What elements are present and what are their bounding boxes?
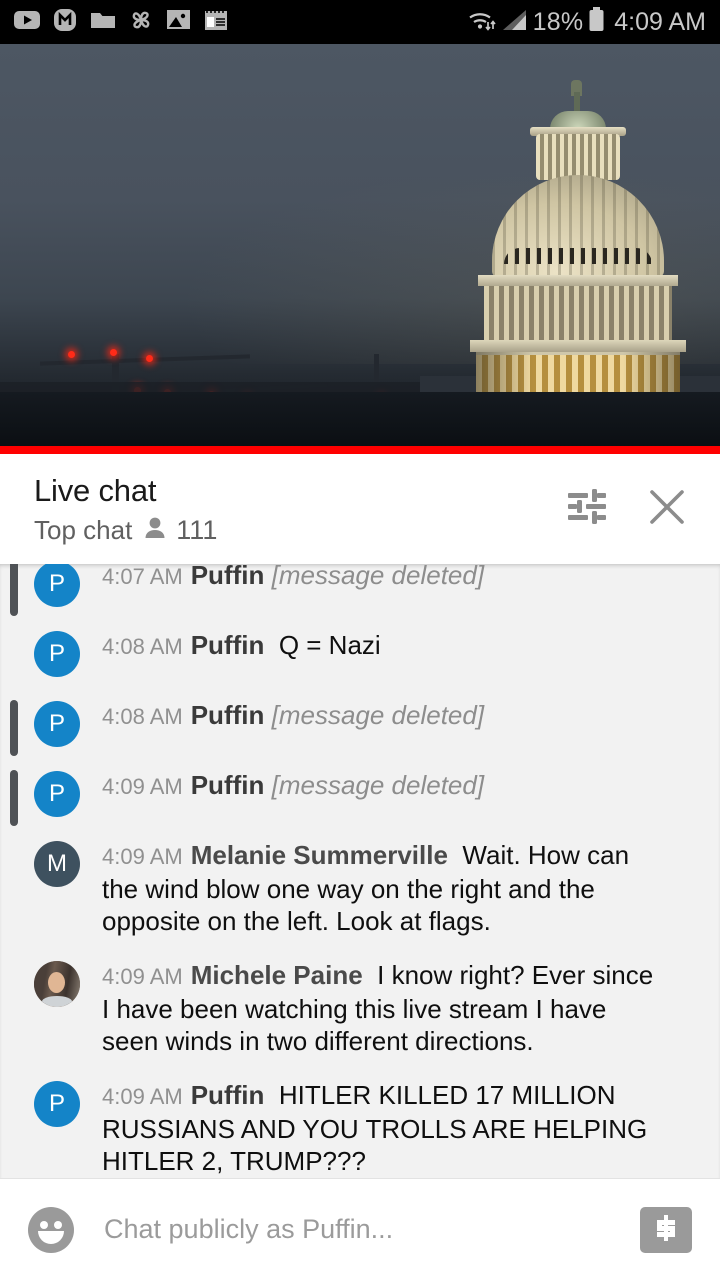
battery-percent-label: 18% bbox=[532, 7, 584, 36]
avatar-initial: M bbox=[47, 850, 67, 877]
battery-icon bbox=[588, 7, 605, 37]
message-author[interactable]: Puffin bbox=[191, 700, 265, 730]
chat-message-body: 4:08 AM Puffin [message deleted] bbox=[102, 699, 484, 733]
youtube-live-chat-screen: 18% 4:09 AM Live chat Top chat 111 P 4:0… bbox=[0, 0, 720, 1280]
message-text: I know right? Ever since I have been wat… bbox=[102, 960, 654, 1056]
avatar[interactable]: P bbox=[34, 631, 80, 677]
message-text: Q = Nazi bbox=[278, 630, 381, 660]
message-author[interactable]: Puffin bbox=[191, 1080, 265, 1110]
cell-signal-icon bbox=[502, 9, 528, 36]
chat-message-body: 4:09 AM Melanie Summerville Wait. How can… bbox=[102, 839, 662, 937]
message-timestamp: 4:08 AM bbox=[102, 634, 183, 659]
avatar-initial: P bbox=[48, 1090, 65, 1117]
crane-warning-light bbox=[68, 351, 75, 358]
message-timestamp: 4:09 AM bbox=[102, 1084, 183, 1109]
chat-message-body: 4:09 AM Puffin HITLER KILLED 17 MILLION R… bbox=[102, 1079, 662, 1177]
chat-message-row[interactable]: P 4:08 AM Puffin [message deleted] bbox=[0, 688, 720, 758]
chat-input[interactable] bbox=[104, 1214, 640, 1245]
avatar[interactable]: M bbox=[34, 841, 80, 887]
message-text: [message deleted] bbox=[271, 700, 485, 730]
messenger-icon bbox=[53, 8, 77, 37]
message-timestamp: 4:09 AM bbox=[102, 844, 183, 869]
live-chat-header: Live chat Top chat 111 bbox=[0, 454, 720, 564]
wifi-icon bbox=[467, 8, 497, 37]
avatar-initial: P bbox=[48, 710, 65, 737]
chat-mode-label[interactable]: Top chat bbox=[34, 515, 132, 546]
message-author[interactable]: Melanie Summerville bbox=[191, 840, 448, 870]
video-progress-bar[interactable] bbox=[0, 446, 720, 454]
chat-message-body: 4:09 AM Michele Paine I know right? Ever … bbox=[102, 959, 662, 1057]
message-timestamp: 4:09 AM bbox=[102, 774, 183, 799]
chat-header-titles: Live chat Top chat 111 bbox=[34, 473, 217, 546]
avatar[interactable]: P bbox=[34, 1081, 80, 1127]
tune-filter-icon[interactable] bbox=[566, 487, 608, 532]
chat-message-row[interactable]: P 4:08 AM Puffin Q = Nazi bbox=[0, 618, 720, 688]
moderated-message-marker bbox=[10, 770, 18, 826]
moderated-message-marker bbox=[10, 700, 18, 756]
chat-message-row[interactable]: P 4:09 AM Puffin HITLER KILLED 17 MILLION… bbox=[0, 1068, 720, 1178]
avatar-initial: P bbox=[48, 640, 65, 667]
live-chat-title: Live chat bbox=[34, 472, 157, 508]
message-timestamp: 4:09 AM bbox=[102, 964, 183, 989]
crane-warning-light bbox=[110, 349, 117, 356]
close-icon[interactable] bbox=[646, 486, 688, 533]
chat-message-body: 4:07 AM Puffin [message deleted] bbox=[102, 564, 484, 593]
message-timestamp: 4:07 AM bbox=[102, 564, 183, 589]
avatar-initial: P bbox=[48, 570, 65, 597]
message-author[interactable]: Puffin bbox=[191, 770, 265, 800]
chat-message-body: 4:09 AM Puffin [message deleted] bbox=[102, 769, 484, 803]
clock-label: 4:09 AM bbox=[614, 7, 706, 36]
foreground-skyline bbox=[0, 392, 720, 454]
crane-warning-light bbox=[146, 355, 153, 362]
avatar[interactable] bbox=[34, 961, 80, 1007]
pinwheel-icon bbox=[129, 8, 153, 37]
avatar[interactable]: P bbox=[34, 564, 80, 607]
chat-input-bar bbox=[0, 1178, 720, 1280]
message-author[interactable]: Michele Paine bbox=[191, 960, 363, 990]
chat-message-body: 4:08 AM Puffin Q = Nazi bbox=[102, 629, 381, 663]
message-text: HITLER KILLED 17 MILLION RUSSIANS AND YO… bbox=[102, 1080, 648, 1176]
capitol-dome bbox=[458, 80, 698, 432]
message-text: [message deleted] bbox=[271, 770, 485, 800]
status-bar-system-icons: 18% 4:09 AM bbox=[467, 7, 706, 37]
folder-icon bbox=[90, 9, 116, 35]
emoji-smiley-icon[interactable] bbox=[28, 1206, 74, 1253]
superchat-button[interactable] bbox=[640, 1206, 692, 1253]
status-bar-notification-icons bbox=[14, 8, 228, 37]
chat-message-row[interactable]: 4:09 AM Michele Paine I know right? Ever … bbox=[0, 948, 720, 1068]
video-player[interactable] bbox=[0, 44, 720, 454]
person-icon bbox=[144, 516, 166, 545]
dollar-superchat-icon bbox=[652, 1213, 680, 1246]
message-author[interactable]: Puffin bbox=[191, 630, 265, 660]
chat-message-row[interactable]: P 4:07 AM Puffin [message deleted] bbox=[0, 564, 720, 618]
message-text: [message deleted] bbox=[271, 564, 485, 590]
chat-header-actions bbox=[566, 486, 688, 533]
avatar[interactable]: P bbox=[34, 771, 80, 817]
chat-message-list[interactable]: P 4:07 AM Puffin [message deleted] P 4:08… bbox=[0, 564, 720, 1178]
message-timestamp: 4:08 AM bbox=[102, 704, 183, 729]
chat-header-subline: Top chat 111 bbox=[34, 515, 217, 546]
photos-icon bbox=[166, 9, 191, 35]
chat-message-row[interactable]: P 4:09 AM Puffin [message deleted] bbox=[0, 758, 720, 828]
viewer-count-label: 111 bbox=[176, 514, 218, 545]
notepad-icon bbox=[204, 8, 228, 36]
message-author[interactable]: Puffin bbox=[191, 564, 265, 590]
chat-message-row[interactable]: M 4:09 AM Melanie Summerville Wait. How c… bbox=[0, 828, 720, 948]
moderated-message-marker bbox=[10, 564, 18, 616]
avatar[interactable]: P bbox=[34, 701, 80, 747]
status-bar: 18% 4:09 AM bbox=[0, 0, 720, 44]
avatar-initial: P bbox=[48, 780, 65, 807]
youtube-icon bbox=[14, 10, 40, 35]
